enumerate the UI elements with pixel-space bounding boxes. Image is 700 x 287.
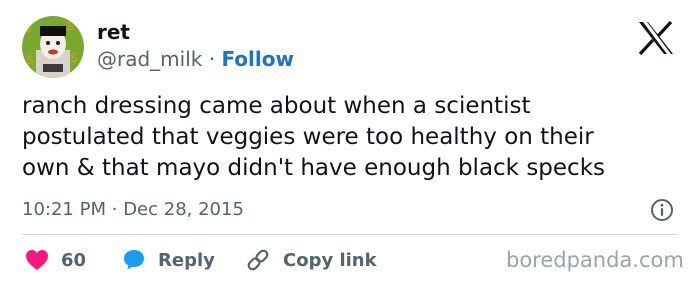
tweet-time: 10:21 PM [22, 199, 106, 220]
tweet-text: ranch dressing came about when a scienti… [22, 93, 605, 181]
svg-text:$: $ [24, 21, 32, 36]
reply-label: Reply [158, 249, 215, 271]
divider [22, 234, 678, 235]
display-name[interactable]: ret [97, 20, 130, 44]
like-button[interactable]: 60 [25, 246, 86, 274]
svg-text:$: $ [70, 51, 78, 66]
watermark: boredpanda.com [506, 248, 684, 272]
handle-separator: · [208, 47, 216, 71]
tweet-card: $ $ $ $ $ ret @rad_milk · Follow ranch d… [0, 0, 700, 287]
reply-button[interactable]: Reply [122, 246, 215, 274]
user-handle[interactable]: @rad_milk [97, 47, 202, 71]
follow-button[interactable]: Follow [221, 47, 294, 71]
svg-text:$: $ [66, 19, 74, 34]
copy-link-button[interactable]: Copy link [245, 246, 377, 274]
info-icon[interactable] [650, 198, 674, 222]
tweet-timestamp[interactable]: 10:21 PM · Dec 28, 2015 [22, 198, 244, 222]
svg-text:$: $ [26, 53, 34, 68]
handle-line: @rad_milk · Follow [97, 47, 294, 71]
x-logo-icon[interactable] [636, 20, 676, 56]
heart-icon [26, 250, 48, 270]
like-count: 60 [61, 249, 87, 271]
link-icon [247, 249, 269, 271]
speech-bubble-icon [124, 250, 144, 270]
avatar[interactable]: $ $ $ $ $ [22, 16, 84, 78]
copy-link-label: Copy link [283, 249, 377, 271]
tweet-date: Dec 28, 2015 [123, 199, 244, 220]
avatar-image: $ $ $ $ $ [22, 16, 84, 78]
timestamp-separator: · [111, 199, 118, 220]
